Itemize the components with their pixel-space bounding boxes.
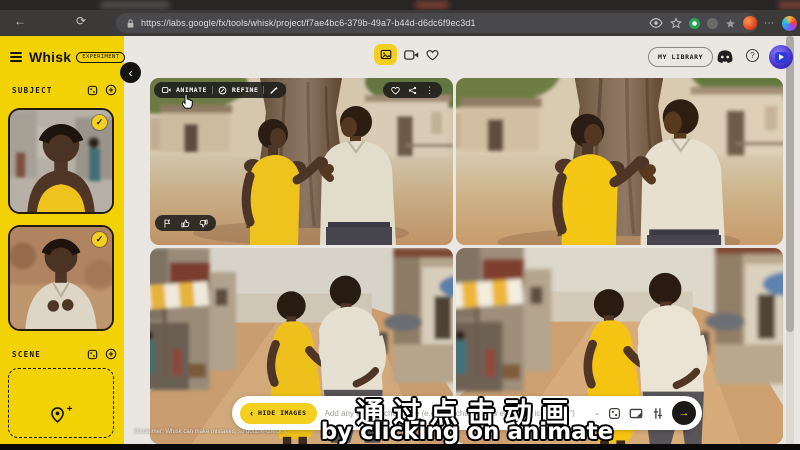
help-icon[interactable]: ? [746,49,759,62]
image-actions-pill: ⋮ [383,82,442,98]
location-pin-icon [50,407,65,423]
edit-pen-icon[interactable] [269,86,278,95]
subtitle-english: by clicking on animate [134,419,800,445]
browser-menu-icon[interactable]: ⋯ [764,18,775,29]
roll-dice-icon[interactable] [87,349,98,360]
selected-check-badge: ✓ [92,232,107,247]
hamburger-menu-icon[interactable] [10,52,22,63]
image-feedback-pill [155,215,216,231]
tab-videos[interactable] [404,49,419,61]
reading-mode-icon[interactable] [649,17,663,29]
back-button[interactable]: ← [14,15,26,27]
whisk-app-screen: ← ⟳ https://labs.google/fx/tools/whisk/p… [0,0,800,450]
browser-tab-strip [0,0,800,10]
browser-tab[interactable] [778,1,800,9]
add-scene-icon[interactable] [105,348,117,360]
flag-icon[interactable] [163,219,172,228]
browser-chrome: ← ⟳ https://labs.google/fx/tools/whisk/p… [0,0,800,36]
scene-dropzone[interactable]: + [8,368,114,438]
subject-section-header: SUBJECT [12,84,117,96]
thumbs-down-icon[interactable] [199,219,208,228]
my-library-button[interactable]: MY LIBRARY [648,47,713,67]
mouse-cursor [180,92,196,115]
selected-check-badge: ✓ [92,115,107,130]
scrollbar-thumb[interactable] [786,36,794,332]
app-title: Whisk [29,49,71,65]
generated-image-2[interactable] [456,78,783,245]
more-options-icon[interactable]: ⋮ [425,86,434,95]
scene-label: SCENE [12,350,41,359]
collapse-sidebar-button[interactable]: ‹ [120,62,141,83]
add-subject-icon[interactable] [105,84,117,96]
refine-icon [218,86,227,95]
browser-tab[interactable] [100,1,170,9]
user-avatar[interactable] [769,45,793,69]
experiment-badge: EXPERIMENT [76,52,125,63]
refine-button[interactable]: REFINE [232,86,258,94]
roll-dice-icon[interactable] [87,85,98,96]
extension-icon-dark[interactable] [707,18,718,29]
image-tools-pill: ANIMATE REFINE [154,82,286,98]
extensions-icon[interactable] [725,18,736,29]
lock-icon [126,18,135,29]
animate-camera-icon [162,86,171,94]
tab-images[interactable] [374,44,397,65]
thumbs-up-icon[interactable] [181,219,190,228]
view-tabs [374,44,439,65]
sidebar: Whisk EXPERIMENT SUBJECT ✓ ✓ SCENE [0,36,124,444]
copilot-icon[interactable] [782,16,797,31]
subject-thumbnail-man[interactable]: ✓ [8,225,114,331]
discord-icon[interactable] [716,50,734,64]
browser-profile-avatar[interactable] [743,16,757,30]
plus-glyph: + [67,404,73,415]
subject-label: SUBJECT [12,86,53,95]
scene-section-header: SCENE [12,348,117,360]
share-icon[interactable] [408,86,417,95]
letterbox-strip [0,444,800,450]
reload-button[interactable]: ⟳ [76,15,86,27]
bookmark-star-icon[interactable] [670,17,682,29]
tab-favorites[interactable] [426,49,439,61]
url-text: https://labs.google/fx/tools/whisk/proje… [141,18,476,28]
subject-thumbnail-woman[interactable]: ✓ [8,108,114,214]
browser-tab[interactable] [415,1,449,9]
favorite-heart-icon[interactable] [391,86,400,95]
extension-icon-green[interactable] [689,18,700,29]
